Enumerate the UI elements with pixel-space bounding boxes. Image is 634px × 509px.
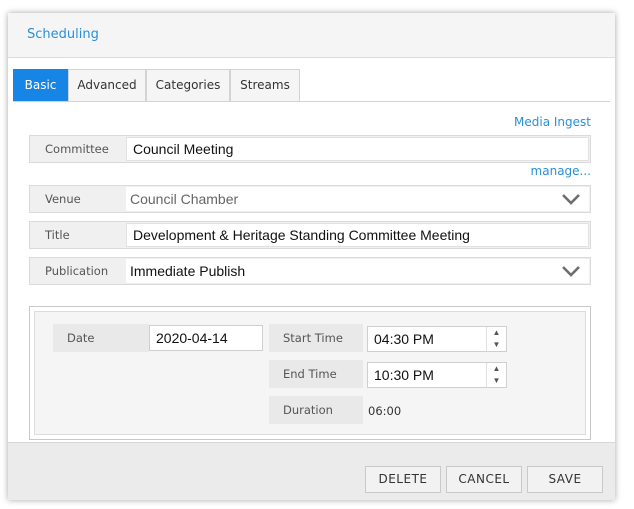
end-time-spinner: ▲ ▼	[486, 363, 506, 387]
spin-down-icon[interactable]: ▼	[487, 339, 506, 351]
publication-value: Immediate Publish	[130, 263, 246, 279]
tab-basic[interactable]: Basic	[13, 69, 68, 101]
spin-down-icon[interactable]: ▼	[487, 375, 506, 387]
tab-streams[interactable]: Streams	[230, 69, 300, 101]
date-label: Date	[53, 324, 149, 352]
dialog-footer: DELETE CANCEL SAVE	[8, 442, 615, 500]
schedule-inner: Date 2020-04-14 Start Time 04:30 PM ▲ ▼ …	[34, 311, 586, 435]
duration-label: Duration	[269, 396, 363, 424]
start-time-value: 04:30 PM	[374, 331, 434, 347]
venue-label: Venue	[45, 192, 81, 206]
manage-link[interactable]: manage...	[531, 164, 591, 178]
tab-categories[interactable]: Categories	[146, 69, 230, 101]
venue-row: Venue Council Chamber	[29, 185, 591, 213]
duration-value: 06:00	[368, 404, 402, 418]
dialog-body: Basic Advanced Categories Streams Media …	[8, 58, 615, 442]
tab-advanced[interactable]: Advanced	[68, 69, 146, 101]
venue-value: Council Chamber	[130, 191, 239, 207]
end-time-input[interactable]: 10:30 PM ▲ ▼	[367, 362, 507, 388]
publication-select[interactable]: Immediate Publish	[126, 259, 589, 283]
spin-up-icon[interactable]: ▲	[487, 327, 506, 339]
publication-label: Publication	[45, 264, 109, 278]
delete-button[interactable]: DELETE	[365, 466, 441, 493]
committee-input[interactable]: Council Meeting	[126, 137, 589, 161]
media-ingest-link[interactable]: Media Ingest	[514, 115, 591, 129]
tab-divider	[13, 101, 610, 102]
publication-row: Publication Immediate Publish	[29, 257, 591, 285]
title-label: Title	[45, 228, 70, 242]
title-row: Title Development & Heritage Standing Co…	[29, 221, 591, 249]
spin-up-icon[interactable]: ▲	[487, 363, 506, 375]
committee-row: Committee Council Meeting	[29, 135, 591, 163]
start-time-label: Start Time	[269, 324, 363, 352]
dialog-header: Scheduling	[8, 13, 615, 58]
dialog-title: Scheduling	[27, 27, 99, 42]
schedule-panel: Date 2020-04-14 Start Time 04:30 PM ▲ ▼ …	[29, 306, 591, 440]
end-time-label: End Time	[269, 360, 363, 388]
cancel-button[interactable]: CANCEL	[446, 466, 522, 493]
chevron-down-icon	[562, 194, 580, 205]
committee-label: Committee	[45, 142, 109, 156]
date-input[interactable]: 2020-04-14	[149, 325, 263, 351]
chevron-down-icon	[562, 266, 580, 277]
title-input[interactable]: Development & Heritage Standing Committe…	[126, 223, 589, 247]
save-button[interactable]: SAVE	[527, 466, 603, 493]
scheduling-dialog: Scheduling Basic Advanced Categories Str…	[8, 13, 615, 500]
start-time-input[interactable]: 04:30 PM ▲ ▼	[367, 326, 507, 352]
end-time-value: 10:30 PM	[374, 367, 434, 383]
start-time-spinner: ▲ ▼	[486, 327, 506, 351]
venue-select[interactable]: Council Chamber	[126, 187, 589, 211]
